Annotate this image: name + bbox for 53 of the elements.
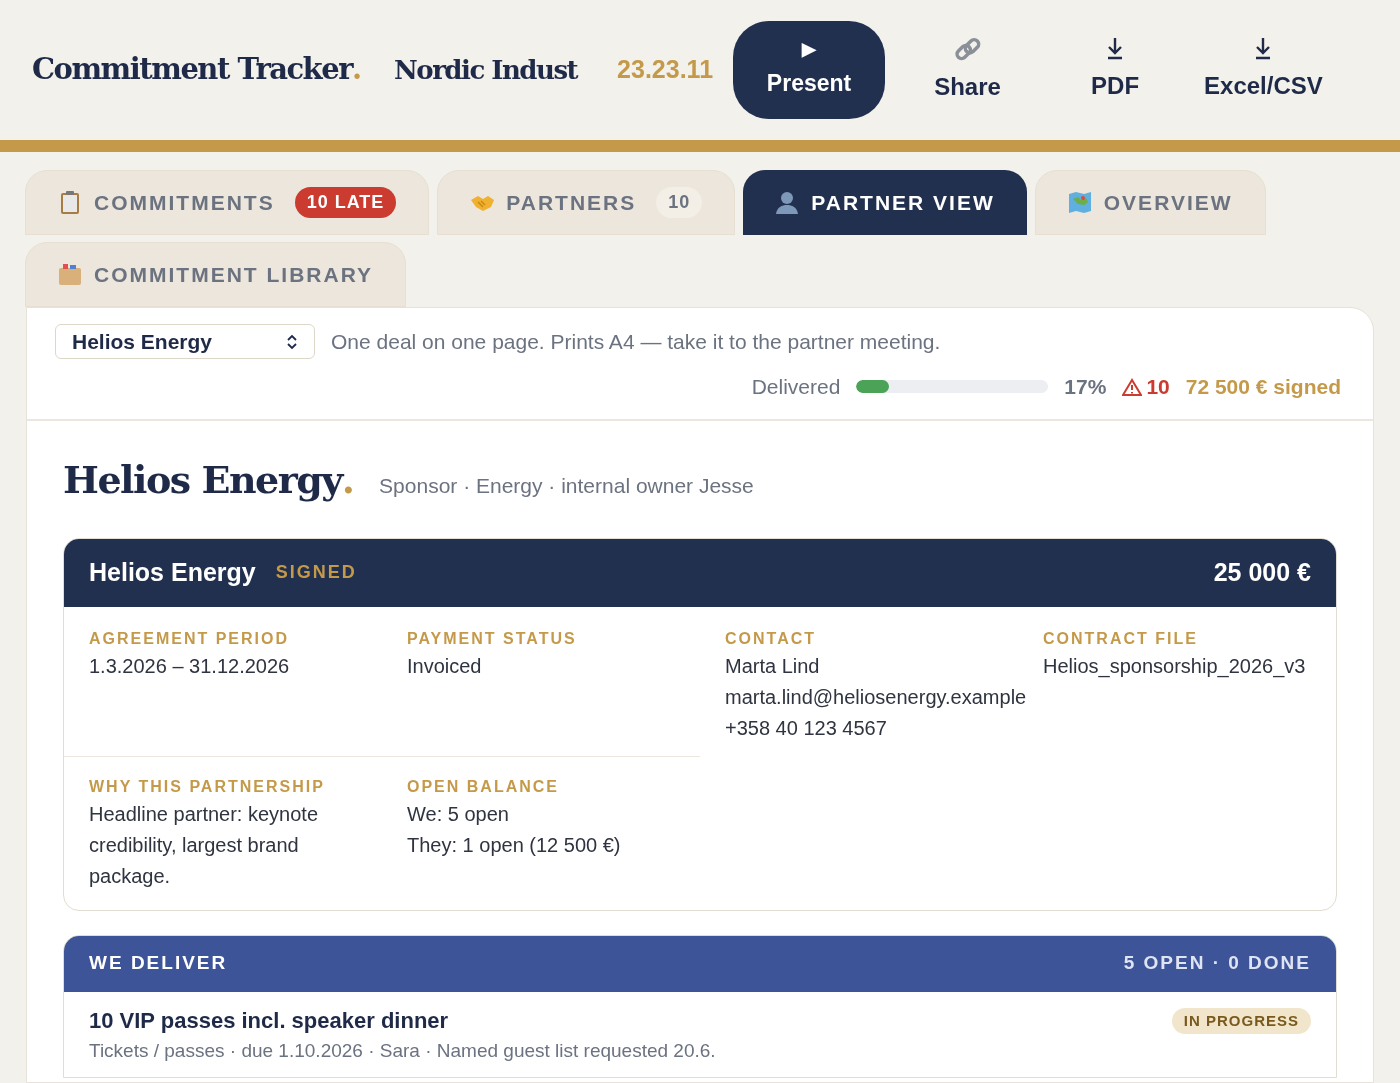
section-summary: 5 OPEN · 0 DONE xyxy=(1123,951,1311,976)
chevron-updown-icon xyxy=(286,332,298,351)
hint-text: One deal on one page. Prints A4 — take it to the partner meeting. xyxy=(331,328,941,355)
tab[interactable]: PARTNER VIEW xyxy=(743,170,1027,235)
field-value: They: 1 open (12 500 €) xyxy=(407,832,622,858)
deal-amount: 25 000 € xyxy=(1213,556,1311,588)
field-label: OPEN BALANCE xyxy=(407,776,560,797)
tab[interactable]: COMMITMENTS 10 LATE xyxy=(25,170,430,235)
clipboard-icon xyxy=(58,190,82,215)
signed-total: 72 500 € signed xyxy=(1185,374,1341,400)
status-badge: IN PROGRESS xyxy=(1171,1007,1311,1034)
tab[interactable]: PARTNERS 10 xyxy=(437,170,736,235)
field-label: PAYMENT STATUS xyxy=(407,628,578,649)
field-value: Helios_sponsorship_2026_v3 xyxy=(1043,653,1306,680)
select-value: Helios Energy xyxy=(72,328,213,355)
app-title: Commitment Tracker xyxy=(32,51,352,89)
field-value: marta.lind@heliosenergy.example xyxy=(725,684,1027,710)
share-button[interactable]: Share xyxy=(885,21,1051,119)
field-label: WHY THIS PARTNERSHIP xyxy=(89,776,326,797)
person-icon xyxy=(775,190,800,215)
partner-select[interactable]: Helios Energy xyxy=(55,324,315,359)
percent-text: 17% xyxy=(1064,374,1107,400)
field-value: +358 40 123 4567 xyxy=(725,715,887,741)
deal-name: Helios Energy xyxy=(89,556,256,588)
present-button[interactable]: ▶ Present xyxy=(733,21,886,119)
tab-badge: 10 LATE xyxy=(294,187,397,218)
tab[interactable]: COMMITMENT LIBRARY xyxy=(25,242,407,307)
field-value: Invoiced xyxy=(407,653,482,679)
item-title: 10 VIP passes incl. speaker dinner xyxy=(89,1006,450,1035)
tab[interactable]: OVERVIEW xyxy=(1034,170,1266,235)
field-value: We: 5 open xyxy=(407,801,510,827)
event-name: Nordic Indust xyxy=(394,53,578,87)
status-label: SIGNED xyxy=(275,561,357,584)
field-value: Headline partner: keynote credibility, largest brand package. xyxy=(89,801,320,889)
tab-badge: 10 xyxy=(656,187,703,218)
version-number: 23.23.11 xyxy=(617,54,714,86)
item-meta: Tickets / passes · due 1.10.2026 · Sara · Named guest list requested 20.6. xyxy=(89,1038,717,1063)
late-count: 10 xyxy=(1146,374,1170,400)
download-button[interactable]: PDF xyxy=(1050,21,1181,119)
download-button[interactable]: Excel/CSV xyxy=(1180,21,1347,119)
field-label: CONTRACT FILE xyxy=(1043,628,1199,649)
play-glyph: ▶ xyxy=(802,39,817,58)
partner-title: Helios Energy xyxy=(63,455,342,504)
partner-meta: Sponsor · Energy · internal owner Jesse xyxy=(379,472,754,499)
field-label: AGREEMENT PERIOD xyxy=(89,628,290,649)
folder-icon xyxy=(58,262,82,287)
map-icon xyxy=(1067,190,1092,215)
field-value: Marta Lind xyxy=(725,653,820,679)
section-title: WE DELIVER xyxy=(89,951,228,976)
warning-icon xyxy=(1122,377,1143,396)
delivered-label: Delivered xyxy=(751,374,841,400)
field-label: CONTACT xyxy=(725,628,818,649)
field-value: 1.3.2026 – 31.12.2026 xyxy=(89,653,290,679)
